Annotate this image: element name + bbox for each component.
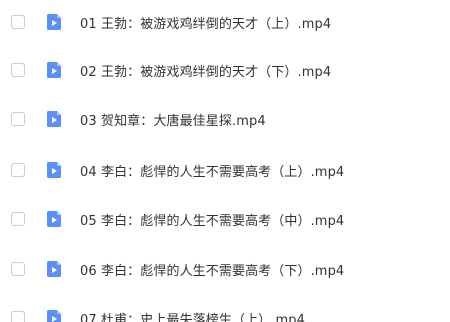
video-file-icon <box>45 161 63 179</box>
video-file-icon <box>45 210 63 228</box>
list-item[interactable]: 03 贺知章：大唐最佳星探.mp4 <box>0 99 450 139</box>
row-checkbox[interactable] <box>11 212 25 226</box>
row-checkbox[interactable] <box>11 262 25 276</box>
file-name[interactable]: 04 李白：彪悍的人生不需要高考（上）.mp4 <box>80 161 344 180</box>
list-item[interactable]: 05 李白：彪悍的人生不需要高考（中）.mp4 <box>0 199 450 239</box>
file-list: 01 王勃：被游戏鸡绊倒的天才（上）.mp4 02 王勃：被游戏鸡绊倒的天才（下… <box>0 0 450 322</box>
list-item[interactable]: 07 杜甫：史上最失落榜生（上）.mp4 <box>0 298 450 322</box>
list-item[interactable]: 01 王勃：被游戏鸡绊倒的天才（上）.mp4 <box>0 2 450 42</box>
video-file-icon <box>45 309 63 322</box>
row-checkbox[interactable] <box>11 163 25 177</box>
file-name[interactable]: 02 王勃：被游戏鸡绊倒的天才（下）.mp4 <box>80 61 331 80</box>
list-item[interactable]: 04 李白：彪悍的人生不需要高考（上）.mp4 <box>0 150 450 190</box>
file-name[interactable]: 05 李白：彪悍的人生不需要高考（中）.mp4 <box>80 210 344 229</box>
video-file-icon <box>45 61 63 79</box>
list-item[interactable]: 02 王勃：被游戏鸡绊倒的天才（下）.mp4 <box>0 50 450 90</box>
row-checkbox[interactable] <box>11 63 25 77</box>
video-file-icon <box>45 110 63 128</box>
row-checkbox[interactable] <box>11 311 25 322</box>
list-item[interactable]: 06 李白：彪悍的人生不需要高考（下）.mp4 <box>0 249 450 289</box>
row-checkbox[interactable] <box>11 112 25 126</box>
video-file-icon <box>45 260 63 278</box>
video-file-icon <box>45 13 63 31</box>
file-name[interactable]: 06 李白：彪悍的人生不需要高考（下）.mp4 <box>80 260 344 279</box>
file-name[interactable]: 01 王勃：被游戏鸡绊倒的天才（上）.mp4 <box>80 13 331 32</box>
file-name[interactable]: 03 贺知章：大唐最佳星探.mp4 <box>80 110 266 129</box>
file-name[interactable]: 07 杜甫：史上最失落榜生（上）.mp4 <box>80 309 305 322</box>
row-checkbox[interactable] <box>11 15 25 29</box>
